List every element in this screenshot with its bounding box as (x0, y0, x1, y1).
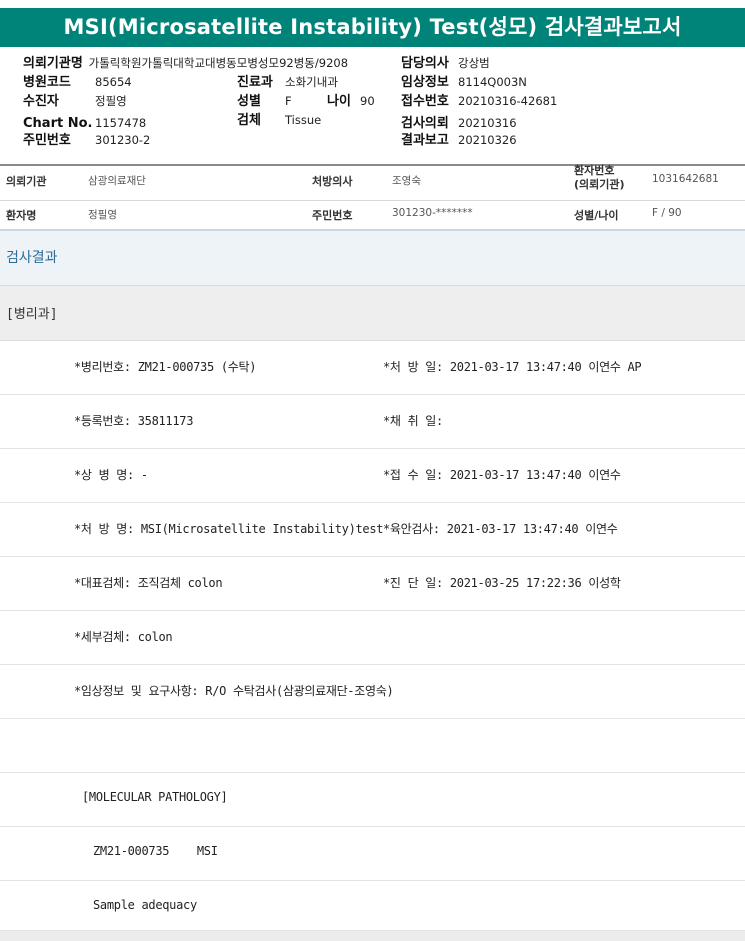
field-label-patient-no: 환자번호 (의뢰기관) (574, 164, 625, 192)
field-label: 환자명 (6, 209, 37, 222)
field-value: 정필영 (95, 94, 127, 108)
top-margin (0, 0, 745, 8)
header-field-hospital-code: 병원코드 (23, 73, 71, 92)
result-right: *진 단 일: 2021-03-25 17:22:36 이성학 (383, 576, 621, 590)
department-label: [병리과] (6, 307, 58, 322)
field-value-department: 소화기내과 (285, 75, 338, 89)
report-heading: [MOLECULAR PATHOLOGY] (82, 790, 228, 804)
result-left: *등록번호: 35811173 (74, 414, 194, 428)
report-header: 의뢰기관명 가톨릭학원가톨릭대학교대병동모병성모92병동/9208 병원코드 8… (0, 50, 745, 165)
field-value-doctor: 강상범 (458, 56, 490, 70)
field-value-specimen: Tissue (285, 113, 322, 127)
field-label-sub: (의뢰기관) (574, 178, 625, 191)
bottom-bar (0, 931, 745, 941)
result-row: *임상정보 및 요구사항: R/O 수탁검사(삼광의료재단-조영숙) (0, 665, 745, 719)
field-label: 검체 (237, 113, 261, 128)
patient-row: 의뢰기관 삼광의료재단 처방의사 조영숙 환자번호 (의뢰기관) 1031642… (0, 164, 745, 201)
field-value: 85654 (95, 75, 132, 89)
field-label: 담당의사 (401, 56, 449, 71)
field-value-report-date: 20210326 (458, 133, 517, 147)
field-label: 처방의사 (312, 175, 353, 188)
header-field-institution: 의뢰기관명 가톨릭학원가톨릭대학교대병동모병성모92병동/9208 (23, 54, 348, 73)
result-row: *병리번호: ZM21-000735 (수탁) *처 방 일: 2021-03-… (0, 341, 745, 395)
result-left: *세부검체: colon (74, 630, 173, 644)
report-title: MSI(Microsatellite Instability) Test(성모)… (0, 8, 745, 47)
field-label: 진료과 (237, 75, 273, 90)
result-left: *처 방 명: MSI(Microsatellite Instability)t… (74, 522, 384, 536)
section-title: 검사결과 (6, 250, 58, 266)
field-label: 주민번호 (312, 209, 353, 222)
field-label: 수진자 (23, 94, 59, 109)
result-right: *처 방 일: 2021-03-17 13:47:40 이연수 AP (383, 360, 642, 374)
result-row: *상 병 명: - *접 수 일: 2021-03-17 13:47:40 이연… (0, 449, 745, 503)
result-row-empty (0, 719, 745, 773)
field-label: Chart No. (23, 116, 93, 131)
field-value: 301230-2 (95, 133, 151, 147)
field-value-age: 90 (360, 94, 375, 108)
field-label: 나이 (327, 94, 351, 109)
field-value: 1031642681 (652, 173, 719, 185)
field-value: 조영숙 (392, 175, 421, 187)
report-line: ZM21-000735 MSI (93, 844, 218, 858)
result-row: *등록번호: 35811173 *채 취 일: (0, 395, 745, 449)
field-value: 가톨릭학원가톨릭대학교대병동모병성모92병동/9208 (88, 56, 349, 70)
field-label: 의뢰기관명 (23, 56, 83, 71)
result-row: *처 방 명: MSI(Microsatellite Instability)t… (0, 503, 745, 557)
result-left: *상 병 명: - (74, 468, 148, 482)
field-value-sex: F (285, 94, 292, 108)
result-left: *임상정보 및 요구사항: R/O 수탁검사(삼광의료재단-조영숙) (74, 684, 394, 698)
field-value: 정필영 (88, 209, 117, 221)
field-label: 결과보고 (401, 133, 449, 148)
result-row: *대표검체: 조직검체 colon *진 단 일: 2021-03-25 17:… (0, 557, 745, 611)
result-left: *병리번호: ZM21-000735 (수탁) (74, 360, 257, 374)
field-label: 의뢰기관 (6, 175, 47, 188)
field-value-clinical-info: 8114Q003N (458, 75, 527, 89)
field-value: 301230-******* (392, 207, 473, 219)
field-value: F / 90 (652, 207, 682, 219)
header-field-patient: 수진자 (23, 92, 59, 111)
report-line: Sample adequacy (93, 898, 197, 912)
result-row: *세부검체: colon (0, 611, 745, 665)
field-value: 삼광의료재단 (88, 175, 146, 187)
result-right: *접 수 일: 2021-03-17 13:47:40 이연수 (383, 468, 621, 482)
result-row: Sample adequacy (0, 881, 745, 931)
field-value-receipt-no: 20210316-42681 (458, 94, 558, 108)
department-row: [병리과] (0, 286, 745, 341)
result-row: ZM21-000735 MSI (0, 827, 745, 881)
field-label: 주민번호 (23, 133, 71, 148)
result-left: *대표검체: 조직검체 colon (74, 576, 223, 590)
result-right: *육안검사: 2021-03-17 13:47:40 이연수 (383, 522, 618, 536)
field-label: 성별 (237, 94, 261, 109)
result-row: [MOLECULAR PATHOLOGY] (0, 773, 745, 827)
section-header: 검사결과 (0, 231, 745, 286)
field-label: 임상정보 (401, 75, 449, 90)
field-label: 환자번호 (574, 164, 615, 177)
field-label: 접수번호 (401, 94, 449, 109)
field-label: 성별/나이 (574, 209, 619, 222)
result-right: *채 취 일: (383, 414, 443, 428)
field-label: 병원코드 (23, 75, 71, 90)
patient-info-grid: 의뢰기관 삼광의료재단 처방의사 조영숙 환자번호 (의뢰기관) 1031642… (0, 164, 745, 230)
header-field-resident-no: 주민번호 (23, 131, 71, 150)
patient-row: 환자명 정필영 주민번호 301230-******* 성별/나이 F / 90 (0, 200, 745, 230)
